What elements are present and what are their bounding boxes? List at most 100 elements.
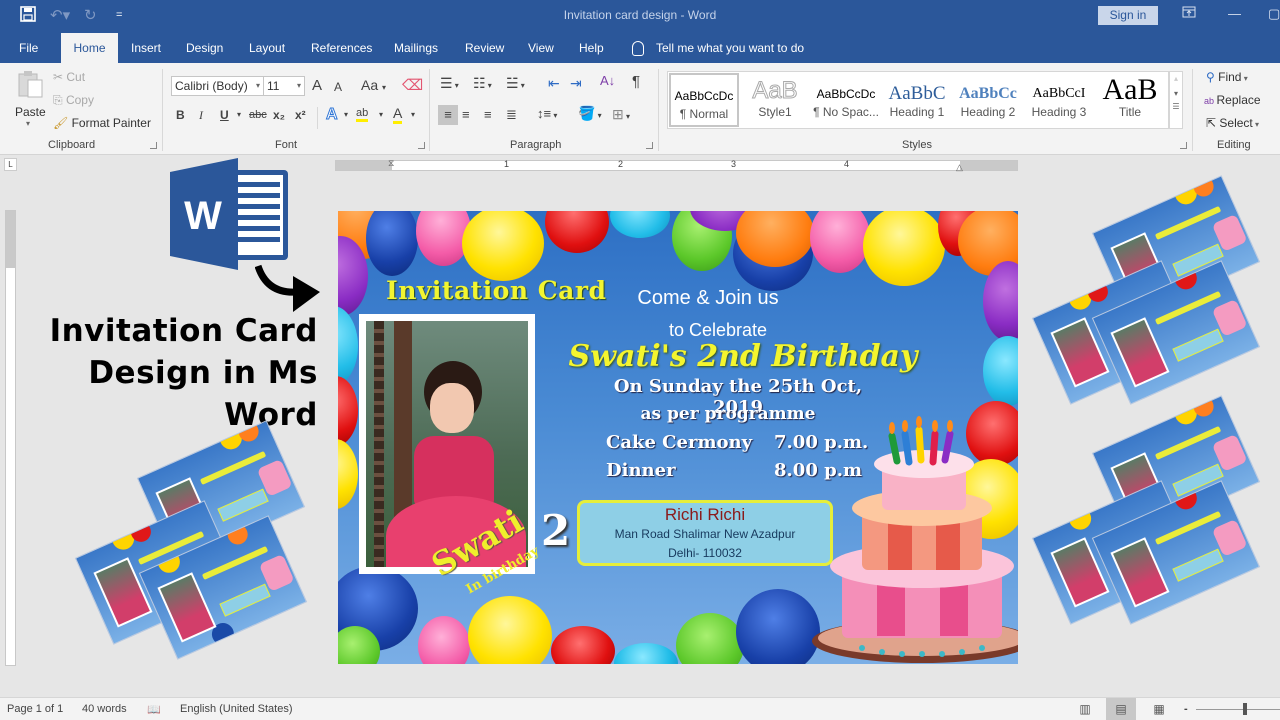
highlight-dropdown-icon[interactable]: ▾ [379, 110, 383, 119]
superscript-button[interactable]: x² [295, 108, 306, 122]
editing-group-label: Editing [1217, 139, 1251, 151]
underline-dropdown-icon[interactable]: ▾ [237, 110, 241, 119]
replace-icon: ab [1204, 96, 1217, 106]
italic-button[interactable]: I [199, 108, 203, 123]
paragraph-dialog-launcher[interactable] [646, 142, 653, 149]
minimize-button[interactable]: — [1228, 6, 1241, 21]
right-indent-marker[interactable]: △ [956, 162, 963, 173]
invitation-card[interactable]: Invitation Card Come & Join us to Celebr… [338, 211, 1018, 664]
select-button[interactable]: ⇱ Select ▾ [1206, 116, 1259, 130]
style-title[interactable]: AaB Title [1095, 73, 1165, 127]
style-style1[interactable]: AaB Style1 [740, 73, 810, 127]
highlight-button[interactable]: ab [356, 107, 369, 122]
tab-selector[interactable]: L [4, 158, 17, 171]
tab-design[interactable]: Design [178, 33, 231, 63]
schedule-event: Dinner [606, 460, 676, 481]
first-line-indent-marker[interactable]: ⧖ [388, 158, 394, 169]
shrink-font-button[interactable]: A [334, 80, 342, 94]
bullets-button[interactable]: ☰ ▾ [440, 75, 459, 92]
paste-button[interactable]: Paste [15, 105, 46, 119]
copy-button[interactable]: ⎘ Copy [53, 93, 94, 108]
cut-button[interactable]: ✂ Cut [53, 70, 85, 84]
paste-dropdown-icon[interactable]: ▾ [26, 119, 30, 128]
zoom-slider[interactable] [1196, 709, 1280, 710]
font-color-button[interactable]: A [393, 106, 403, 124]
balloon [468, 596, 552, 664]
zoom-out-button[interactable]: - [1184, 703, 1188, 715]
restore-button[interactable]: ▢ [1268, 6, 1280, 22]
read-mode-button[interactable]: ▥ [1070, 698, 1100, 720]
language-indicator[interactable]: English (United States) [180, 703, 293, 715]
page-count[interactable]: Page 1 of 1 [7, 703, 63, 715]
show-formatting-marks-button[interactable]: ¶ [632, 73, 640, 90]
zoom-slider-thumb[interactable] [1243, 703, 1247, 715]
grow-font-button[interactable]: A [312, 77, 322, 94]
ribbon-display-options-icon[interactable] [1182, 6, 1196, 21]
tab-file[interactable]: File [11, 33, 46, 63]
sort-button[interactable]: A↓ [600, 73, 615, 88]
sign-in-button[interactable]: Sign in [1098, 6, 1158, 25]
vertical-ruler[interactable] [5, 210, 16, 666]
find-button[interactable]: ⚲ Find ▾ [1206, 70, 1248, 84]
replace-button[interactable]: ab Replace [1204, 93, 1261, 107]
group-divider [162, 69, 163, 151]
underline-button[interactable]: U [220, 108, 229, 122]
font-size-select[interactable]: 11 ▾ [263, 76, 305, 96]
borders-button[interactable]: ⊞ ▾ [612, 106, 630, 123]
font-color-dropdown-icon[interactable]: ▾ [411, 110, 415, 119]
paste-icon[interactable] [16, 69, 46, 101]
style-heading-3[interactable]: AaBbCcI Heading 3 [1024, 73, 1094, 127]
tab-mailings[interactable]: Mailings [386, 33, 446, 63]
style-heading-1[interactable]: AaBbC Heading 1 [882, 73, 952, 127]
format-painter-button[interactable]: 🖌 Format Painter [53, 116, 151, 130]
host-name: Richi Richi [664, 505, 746, 524]
clipboard-dialog-launcher[interactable] [150, 142, 157, 149]
print-layout-button[interactable]: ▤ [1106, 698, 1136, 720]
clear-formatting-icon[interactable]: ⌫ [402, 76, 423, 94]
shading-button[interactable]: 🪣 ▾ [578, 105, 602, 122]
tab-layout[interactable]: Layout [241, 33, 293, 63]
mini-card-stack-left [72, 405, 322, 665]
tab-insert[interactable]: Insert [123, 33, 169, 63]
tab-home[interactable]: Home [61, 33, 118, 63]
balloon [736, 589, 820, 664]
web-layout-button[interactable]: ▦ [1144, 698, 1174, 720]
come-join-text: Come & Join us [637, 287, 779, 309]
style-normal[interactable]: AaBbCcDc ¶ Normal [669, 73, 739, 127]
birthday-cake-image [812, 416, 1018, 664]
card-title: Invitation Card [386, 276, 607, 305]
proofing-icon[interactable]: 📖 [147, 703, 161, 716]
window-title: Invitation card design - Word [563, 8, 717, 22]
tab-help[interactable]: Help [571, 33, 612, 63]
bold-button[interactable]: B [176, 108, 185, 122]
strikethrough-button[interactable]: abc [249, 109, 267, 121]
numbering-button[interactable]: ☷ ▾ [473, 75, 492, 92]
subscript-button[interactable]: x₂ [273, 108, 285, 122]
balloon [545, 211, 609, 253]
tab-view[interactable]: View [520, 33, 562, 63]
align-left-button[interactable]: ≡ [438, 105, 458, 125]
font-name-select[interactable]: Calibri (Body) ▾ [171, 76, 264, 96]
styles-gallery-scroll[interactable]: ▴ ▾ ☰ [1169, 71, 1183, 129]
paintbrush-icon: 🖌 [53, 116, 72, 130]
horizontal-ruler[interactable]: 1 2 3 4 ⧖ △ [335, 158, 1018, 173]
tell-me-search[interactable]: Tell me what you want to do [632, 33, 804, 63]
multilevel-list-button[interactable]: ☱ ▾ [506, 75, 525, 92]
increase-indent-button[interactable]: ⇥ [570, 75, 582, 92]
line-spacing-button[interactable]: ↕≡ ▾ [537, 106, 557, 121]
tab-review[interactable]: Review [457, 33, 512, 63]
justify-button[interactable]: ≣ [506, 107, 517, 123]
font-dialog-launcher[interactable] [418, 142, 425, 149]
style-heading-2[interactable]: AaBbCc Heading 2 [953, 73, 1023, 127]
decrease-indent-button[interactable]: ⇤ [548, 75, 560, 92]
word-count[interactable]: 40 words [82, 703, 127, 715]
text-effects-button[interactable]: A [326, 106, 339, 124]
text-effects-dropdown-icon[interactable]: ▾ [344, 110, 348, 119]
align-center-button[interactable]: ≡ [462, 107, 470, 122]
change-case-button[interactable]: Aa ▾ [361, 77, 386, 93]
tab-references[interactable]: References [303, 33, 380, 63]
align-right-button[interactable]: ≡ [484, 107, 492, 122]
style-no-spacing[interactable]: AaBbCcDc ¶ No Spac... [811, 73, 881, 127]
balloon [366, 211, 418, 276]
styles-dialog-launcher[interactable] [1180, 142, 1187, 149]
